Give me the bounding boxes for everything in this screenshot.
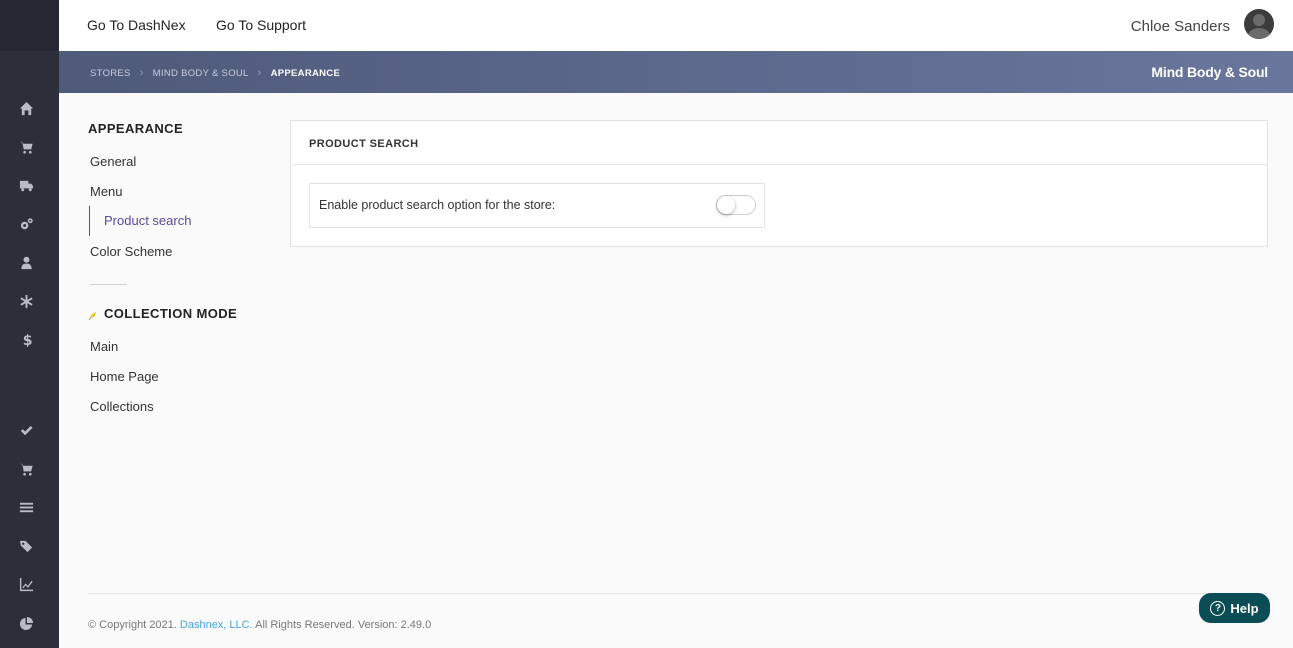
chevron-right-icon: › (257, 67, 262, 79)
menu-item-color-scheme[interactable]: Color Scheme (90, 244, 172, 259)
copyright-text: © Copyright 2021. (88, 619, 177, 631)
gears-icon[interactable] (17, 215, 35, 233)
menu-item-main[interactable]: Main (90, 339, 118, 354)
help-button[interactable]: ? Help (1199, 593, 1270, 623)
top-navbar: Go To DashNex Go To Support Chloe Sander… (59, 0, 1293, 51)
asterisk-icon[interactable] (17, 292, 35, 310)
menu-item-collections[interactable]: Collections (90, 399, 154, 414)
go-to-dashnex-link[interactable]: Go To DashNex (87, 17, 186, 33)
breadcrumb-current: APPEARANCE (270, 67, 341, 79)
menu-divider (90, 284, 127, 285)
breadcrumb-store[interactable]: MIND BODY & SOUL (153, 68, 249, 79)
cart-icon[interactable] (17, 138, 35, 156)
pie-chart-icon[interactable] (17, 614, 35, 632)
go-to-support-link[interactable]: Go To Support (216, 17, 306, 33)
home-icon[interactable] (17, 99, 35, 117)
user-icon[interactable] (17, 253, 35, 271)
product-search-card: PRODUCT SEARCH Enable product search opt… (290, 120, 1268, 247)
menu-item-menu[interactable]: Menu (90, 184, 123, 199)
chevron-right-icon: › (139, 67, 144, 79)
breadcrumb-stores[interactable]: STORES (90, 68, 131, 79)
chart-icon[interactable] (17, 575, 35, 593)
question-icon: ? (1210, 600, 1226, 616)
truck-icon[interactable] (17, 176, 35, 194)
tags-icon[interactable] (17, 537, 35, 555)
list-icon[interactable] (17, 498, 35, 516)
user-name[interactable]: Chloe Sanders (1131, 18, 1230, 35)
avatar[interactable] (1244, 9, 1274, 39)
breadcrumb-bar: STORES › MIND BODY & SOUL › APPEARANCE M… (59, 51, 1293, 93)
breadcrumb: STORES › MIND BODY & SOUL › APPEARANCE (90, 67, 340, 79)
check-icon[interactable] (17, 421, 35, 439)
help-label: Help (1230, 600, 1259, 616)
option-label: Enable product search option for the sto… (319, 198, 556, 212)
product-search-option: Enable product search option for the sto… (309, 183, 765, 228)
footer: © Copyright 2021. Dashnex, LLC. All Righ… (88, 619, 431, 631)
collection-mode-section-title: COLLECTION MODE (104, 306, 238, 321)
dollar-icon[interactable]: $ (17, 330, 35, 348)
cart-icon[interactable] (17, 460, 35, 478)
menu-item-general[interactable]: General (90, 154, 136, 169)
menu-item-home-page[interactable]: Home Page (90, 369, 159, 384)
footer-divider (88, 593, 1268, 594)
card-header: PRODUCT SEARCH (291, 121, 1267, 165)
icon-sidebar: $ (0, 0, 59, 648)
appearance-section-title: APPEARANCE (88, 121, 184, 136)
logo-area (0, 0, 59, 51)
pin-icon (88, 312, 96, 320)
product-search-toggle[interactable] (716, 195, 756, 215)
company-link[interactable]: Dashnex, LLC. (180, 619, 253, 631)
toggle-knob (717, 196, 735, 214)
svg-text:$: $ (22, 333, 32, 347)
rights-text: All Rights Reserved. Version: 2.49.0 (255, 619, 432, 631)
card-title: PRODUCT SEARCH (309, 138, 419, 150)
store-title: Mind Body & Soul (1151, 64, 1268, 80)
menu-item-product-search[interactable]: Product search (89, 206, 191, 236)
